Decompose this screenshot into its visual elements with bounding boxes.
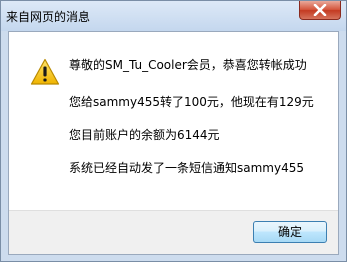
message-line-2: 您给sammy455转了100元，他现在有129元	[69, 95, 314, 109]
window-title: 来自网页的消息	[6, 10, 91, 24]
close-icon	[313, 4, 327, 16]
ok-button[interactable]: 确定	[253, 221, 327, 243]
message-line-3: 您目前账户的余额为6144元	[69, 128, 220, 142]
dialog-footer: 确定	[9, 210, 338, 254]
warning-icon	[30, 58, 60, 85]
message-line-1: 尊敬的SM_Tu_Cooler会员，恭喜您转帐成功	[69, 58, 307, 72]
title-bar[interactable]: 来自网页的消息	[1, 1, 346, 31]
message-dialog: 来自网页的消息 尊敬的SM_Tu_Cooler会员，恭喜您转帐成功 您给samm…	[0, 0, 347, 262]
message-line-4: 系统已经自动发了一条短信通知sammy455	[69, 161, 304, 175]
dialog-content: 尊敬的SM_Tu_Cooler会员，恭喜您转帐成功 您给sammy455转了10…	[8, 31, 339, 255]
close-button[interactable]	[299, 1, 341, 20]
